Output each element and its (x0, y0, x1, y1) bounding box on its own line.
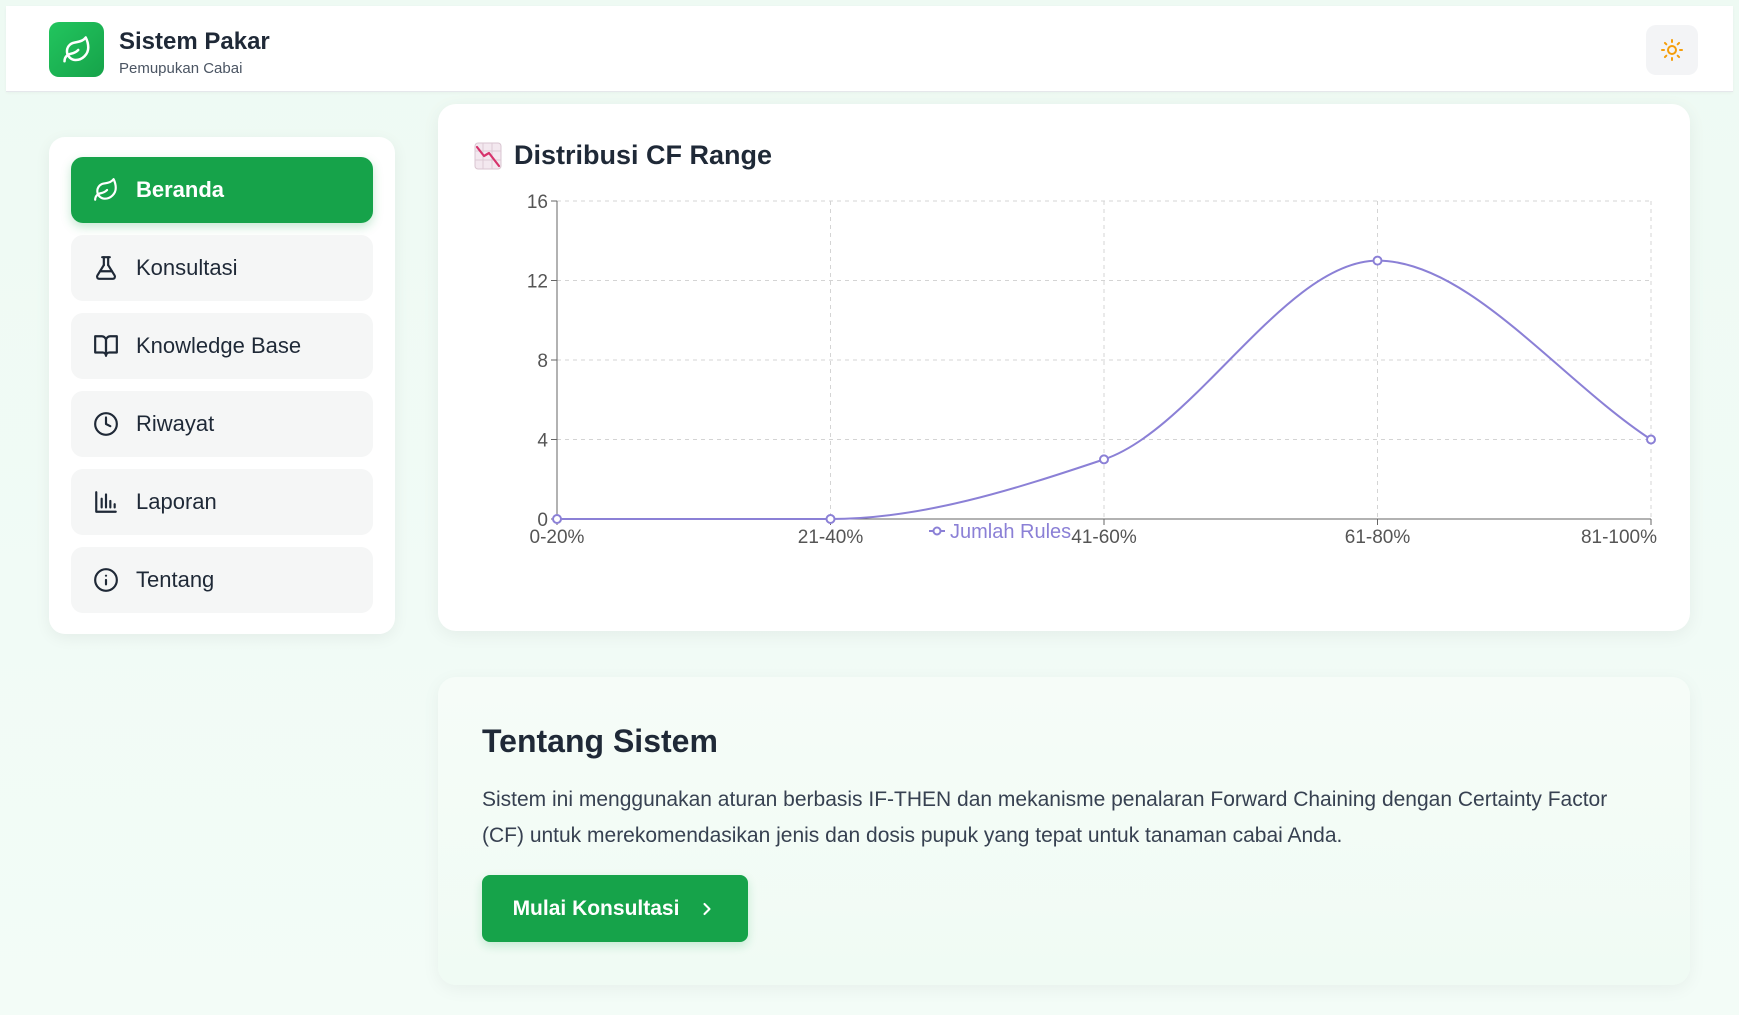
about-card: Tentang Sistem Sistem ini menggunakan at… (438, 677, 1690, 985)
legend-point-marker (932, 526, 942, 536)
clock-icon (93, 411, 119, 437)
about-description: Sistem ini menggunakan aturan berbasis I… (482, 788, 1608, 847)
sidebar-item-knowledge-base[interactable]: Knowledge Base (71, 313, 373, 379)
app-title: Sistem Pakar (119, 28, 270, 55)
sidebar-item-konsultasi[interactable]: Konsultasi (71, 235, 373, 301)
about-title: Tentang Sistem (482, 723, 718, 759)
sidebar-item-label: Konsultasi (136, 255, 238, 280)
sidebar-item-label: Laporan (136, 489, 217, 514)
data-point (1646, 434, 1656, 445)
sidebar-item-label: Beranda (136, 177, 225, 202)
data-point (1372, 255, 1383, 266)
leaf-icon (93, 177, 119, 203)
leaf-icon (62, 35, 89, 62)
sun-icon (1661, 39, 1683, 61)
sidebar-item-riwayat[interactable]: Riwayat (71, 391, 373, 457)
data-point (825, 514, 836, 524)
app-subtitle: Pemupukan Cabai (119, 60, 243, 77)
legend-label: Jumlah Rules (950, 521, 1071, 543)
sidebar-item-beranda[interactable]: Beranda (71, 157, 373, 223)
y-tick-label: 12 (527, 272, 548, 293)
y-tick-label: 8 (537, 351, 548, 372)
start-consultation-label: Mulai Konsultasi (512, 896, 680, 920)
sidebar: Beranda Konsultasi Knowledge Base Riwaya… (49, 137, 395, 634)
sidebar-item-laporan[interactable]: Laporan (71, 469, 373, 535)
flask-icon (93, 255, 119, 281)
sidebar-item-label: Knowledge Base (136, 333, 302, 358)
x-tick-label: 0-20% (530, 527, 585, 548)
start-consultation-button[interactable]: Mulai Konsultasi (482, 875, 748, 942)
sidebar-item-label: Tentang (136, 567, 215, 592)
sidebar-item-tentang[interactable]: Tentang (71, 547, 373, 613)
x-tick-label: 41-60% (1071, 527, 1137, 548)
line-chart: 04812160-20% 21-40% 41-60% 61-80% 81-100%Jum… (527, 192, 1657, 548)
chevron-right-icon (697, 899, 717, 919)
x-tick-label: 21-40% (798, 527, 864, 548)
bar-chart-icon (93, 489, 119, 515)
x-tick-label: 81-100% (1581, 527, 1657, 548)
sidebar-item-label: Riwayat (136, 411, 215, 436)
info-icon (93, 567, 119, 593)
theme-toggle-button[interactable] (1646, 25, 1698, 75)
y-tick-label: 16 (527, 192, 548, 213)
chart-card: Distribusi CF Range 0 4 8 12 16 0-20% 21-40% 41… (438, 104, 1690, 631)
x-tick-label: 61-80% (1345, 527, 1411, 548)
app-header: Sistem Pakar Pemupukan Cabai (6, 6, 1733, 92)
data-point (1099, 454, 1109, 465)
data-point (552, 514, 562, 524)
app-logo[interactable] (49, 22, 104, 77)
y-tick-label: 4 (537, 431, 548, 452)
book-open-icon (93, 333, 119, 359)
